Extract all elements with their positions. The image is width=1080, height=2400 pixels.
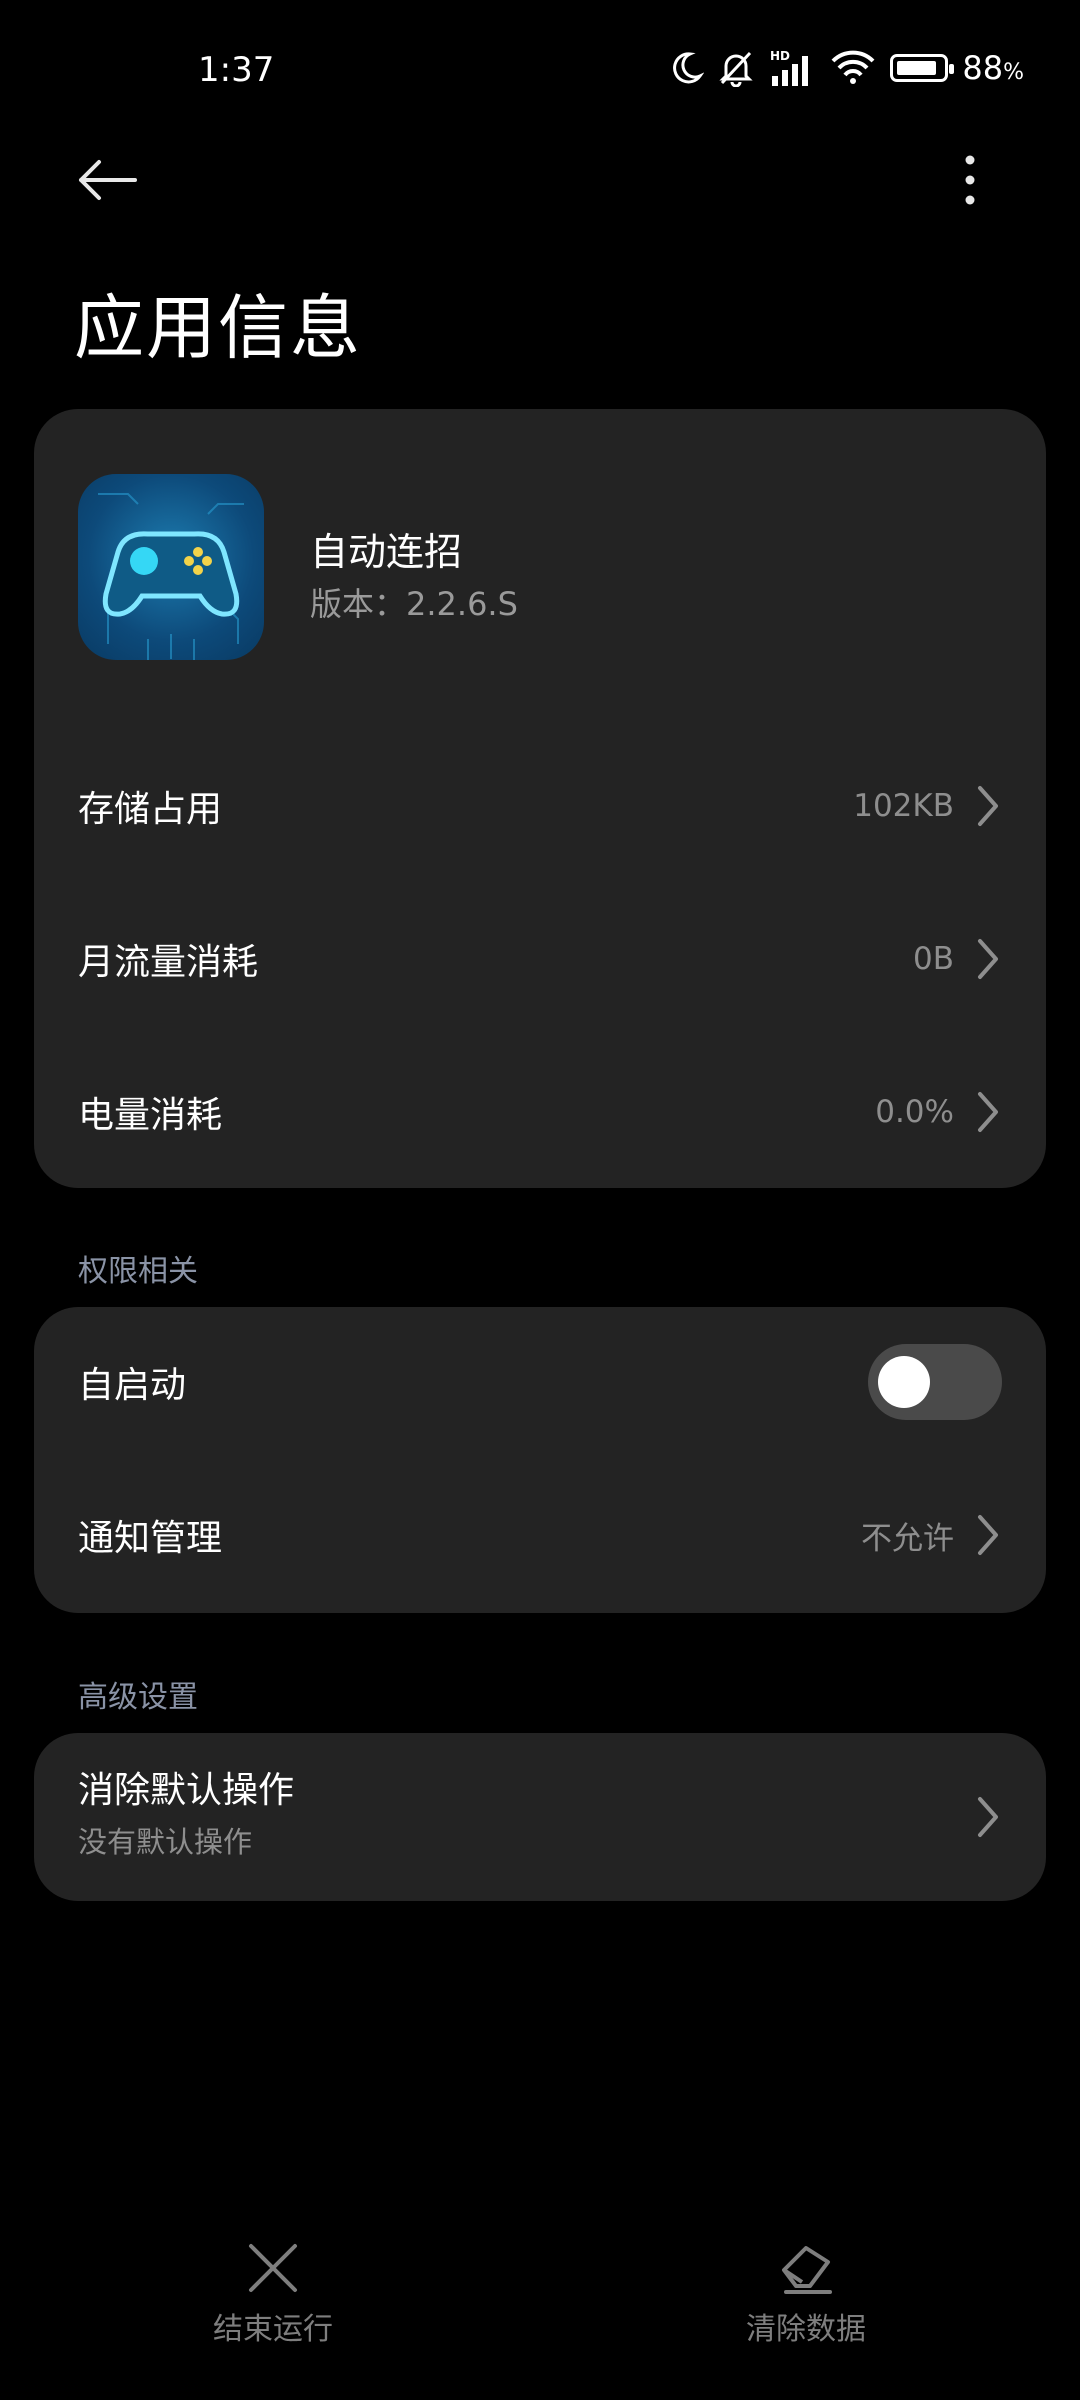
back-arrow-icon bbox=[79, 160, 137, 200]
clear-data-button[interactable]: 清除数据 bbox=[686, 2240, 926, 2360]
app-icon bbox=[78, 474, 264, 660]
status-icons: HD 88% bbox=[668, 48, 1024, 88]
battery-usage-row[interactable]: 电量消耗 0.0% bbox=[34, 1037, 1046, 1187]
clear-default-label: 消除默认操作 bbox=[78, 1770, 295, 1811]
autostart-toggle[interactable] bbox=[868, 1344, 1002, 1420]
autostart-row: 自启动 bbox=[34, 1307, 1046, 1457]
status-time: 1:37 bbox=[198, 50, 275, 90]
toggle-knob bbox=[878, 1356, 930, 1408]
bell-off-icon bbox=[719, 51, 753, 87]
chevron-right-icon bbox=[978, 786, 998, 826]
close-icon bbox=[249, 2244, 297, 2292]
storage-usage-row[interactable]: 存储占用 102KB bbox=[34, 731, 1046, 881]
hd-signal-icon: HD bbox=[770, 49, 809, 86]
moon-icon bbox=[673, 52, 705, 84]
autostart-label: 自启动 bbox=[78, 1365, 187, 1406]
app-version: 版本：2.2.6.S bbox=[310, 585, 518, 623]
permissions-card: 自启动 通知管理 不允许 bbox=[34, 1307, 1046, 1613]
notification-management-value: 不允许 bbox=[861, 1520, 954, 1557]
more-vertical-icon bbox=[965, 155, 975, 205]
clear-default-subtitle: 没有默认操作 bbox=[78, 1825, 253, 1859]
page-title: 应用信息 bbox=[74, 287, 362, 369]
wifi-icon bbox=[831, 50, 875, 84]
end-run-button[interactable]: 结束运行 bbox=[153, 2240, 393, 2360]
eraser-icon bbox=[782, 2246, 832, 2294]
clear-default-row[interactable]: 消除默认操作 没有默认操作 bbox=[34, 1733, 1046, 1901]
clear-data-label: 清除数据 bbox=[746, 2312, 866, 2347]
monthly-data-row[interactable]: 月流量消耗 0B bbox=[34, 884, 1046, 1034]
advanced-section-title: 高级设置 bbox=[78, 1680, 198, 1715]
chevron-right-icon bbox=[978, 1797, 998, 1837]
more-options-button[interactable] bbox=[946, 148, 994, 212]
back-button[interactable] bbox=[72, 148, 142, 212]
storage-usage-value: 102KB bbox=[853, 788, 954, 824]
svg-text:HD: HD bbox=[770, 49, 790, 63]
monthly-data-label: 月流量消耗 bbox=[78, 942, 259, 983]
app-name: 自动连招 bbox=[310, 530, 463, 574]
notification-management-row[interactable]: 通知管理 不允许 bbox=[34, 1460, 1046, 1610]
battery-icon bbox=[890, 54, 955, 82]
battery-percentage: 88% bbox=[962, 49, 1024, 87]
battery-usage-value: 0.0% bbox=[875, 1094, 954, 1130]
end-run-label: 结束运行 bbox=[213, 2312, 333, 2347]
permissions-section-title: 权限相关 bbox=[78, 1254, 198, 1289]
storage-usage-label: 存储占用 bbox=[78, 789, 223, 830]
chevron-right-icon bbox=[978, 1092, 998, 1132]
battery-usage-label: 电量消耗 bbox=[78, 1095, 223, 1136]
app-info-card: 自动连招 版本：2.2.6.S 存储占用 102KB 月流量消耗 0B 电量消耗… bbox=[34, 409, 1046, 1188]
chevron-right-icon bbox=[978, 939, 998, 979]
chevron-right-icon bbox=[978, 1515, 998, 1555]
monthly-data-value: 0B bbox=[913, 941, 954, 977]
notification-management-label: 通知管理 bbox=[78, 1518, 223, 1559]
